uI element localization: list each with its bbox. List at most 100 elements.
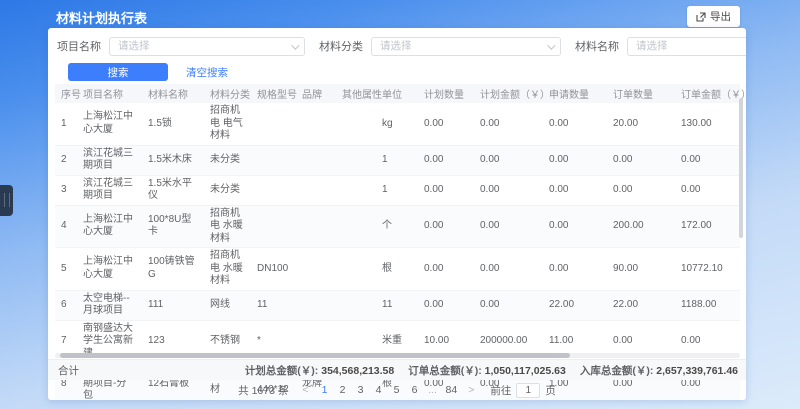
inbound-total-label: 入库总金额(￥): (580, 365, 654, 377)
table-cell (336, 205, 376, 248)
table-cell: 网线 (204, 290, 251, 320)
table-cell: 0.00 (474, 290, 543, 320)
table-row: 6太空电梯--月球项目111网线11110.000.0022.0022.0011… (55, 290, 740, 320)
table-cell: 0.00 (607, 145, 675, 175)
summary-label: 合计 (58, 363, 79, 378)
table-cell (296, 175, 336, 205)
table-cell: 3 (55, 175, 77, 205)
table-cell (251, 205, 296, 248)
table-cell (296, 103, 336, 145)
page-button[interactable]: 6 (407, 383, 423, 397)
table-cell: 1 (55, 103, 77, 145)
table-cell (336, 175, 376, 205)
table-cell: 10772.10 (675, 248, 740, 291)
table-cell (296, 145, 336, 175)
table-cell: 1.5米木床 (142, 145, 204, 175)
table-cell: 111 (142, 290, 204, 320)
page-button[interactable]: 4 (371, 383, 387, 397)
column-header: 规格型号 (251, 84, 296, 103)
table-row: 4上海松江中心大厦100*8U型卡招商机电 水暖材料个0.000.000.002… (55, 205, 740, 248)
page-button[interactable]: 2 (335, 383, 351, 397)
horizontal-scrollbar-track (55, 353, 740, 358)
table-cell: 0.00 (418, 175, 474, 205)
table-cell: 0.00 (675, 175, 740, 205)
table-cell: 0.00 (474, 248, 543, 291)
table-cell (336, 145, 376, 175)
table-cell: 个 (376, 205, 418, 248)
filter-material-category: 材料分类 (319, 37, 561, 56)
export-icon (696, 12, 706, 22)
table-row: 3滨江花城三期项目1.5米水平仪未分类10.000.000.000.000.00 (55, 175, 740, 205)
goto-page-input[interactable] (516, 383, 540, 398)
page-button[interactable]: 84 (443, 383, 461, 397)
table-cell (296, 205, 336, 248)
table-cell: 0.00 (418, 145, 474, 175)
horizontal-scrollbar-thumb[interactable] (60, 353, 570, 358)
table-cell: 0.00 (418, 248, 474, 291)
table-cell: 11 (376, 290, 418, 320)
table-cell: 上海松江中心大厦 (77, 205, 142, 248)
planned-total: 计划总金额(￥): 354,568,213.58 (245, 363, 394, 378)
column-header: 单位 (376, 84, 418, 103)
side-panel-handle[interactable] (0, 185, 13, 216)
table-cell (251, 145, 296, 175)
table-cell: 1 (376, 145, 418, 175)
table-cell: 11 (251, 290, 296, 320)
next-page-button[interactable]: > (464, 384, 478, 396)
table-cell (336, 290, 376, 320)
search-button[interactable]: 搜索 (68, 63, 168, 81)
table-row: 5上海松江中心大厦100铸铁管G招商机电 水暖材料DN100根0.000.000… (55, 248, 740, 291)
table-cell: 0.00 (474, 103, 543, 145)
page-button[interactable]: 5 (389, 383, 405, 397)
table-cell: 0.00 (543, 175, 607, 205)
goto-label: 前往 (490, 383, 511, 398)
material-name-input[interactable] (628, 38, 746, 55)
inbound-total: 入库总金额(￥): 2,657,339,761.46 (580, 363, 738, 378)
export-button[interactable]: 导出 (687, 6, 740, 27)
table-cell: 0.00 (418, 290, 474, 320)
filter-bar: 项目名称 材料分类 材料名称 (48, 36, 746, 56)
total-count: 共 1673 条 (238, 383, 288, 398)
vertical-scrollbar[interactable] (739, 98, 743, 238)
planned-total-value: 354,568,213.58 (321, 365, 394, 377)
page-button[interactable]: 1 (317, 383, 333, 397)
column-header: 品牌 (296, 84, 336, 103)
table-cell: 6 (55, 290, 77, 320)
order-total: 订单总金额(￥): 1,050,117,025.63 (408, 363, 566, 378)
table-cell: 上海松江中心大厦 (77, 248, 142, 291)
action-bar: 搜索 清空搜索 (68, 63, 228, 81)
page-button[interactable]: 3 (353, 383, 369, 397)
table-cell: 招商机电 电气材料 (204, 103, 251, 145)
project-name-select[interactable] (109, 37, 305, 56)
table-cell: 22.00 (607, 290, 675, 320)
page-title: 材料计划执行表 (56, 8, 147, 27)
material-category-select[interactable] (371, 37, 561, 56)
table-cell: 滨江花城三期项目 (77, 175, 142, 205)
table-cell: 滨江花城三期项目 (77, 145, 142, 175)
table-cell: 4 (55, 205, 77, 248)
table-cell (251, 103, 296, 145)
column-header: 计划数量 (418, 84, 474, 103)
table-cell: 2 (55, 145, 77, 175)
order-total-value: 1,050,117,025.63 (485, 365, 566, 377)
prev-page-button[interactable]: < (298, 384, 312, 396)
table-row: 2滨江花城三期项目1.5米木床未分类10.000.000.000.000.00 (55, 145, 740, 175)
filter-label: 材料名称 (575, 38, 619, 54)
table-header-row: 序号项目名称材料名称材料分类规格型号品牌其他属性单位计划数量计划金额（￥）申请数… (55, 84, 740, 103)
table-cell: 100铸铁管G (142, 248, 204, 291)
pagination: 共 1673 条 < 123456...84 > 前往 页 (48, 380, 746, 400)
table-cell (336, 103, 376, 145)
project-name-input[interactable] (110, 38, 304, 55)
material-category-input[interactable] (372, 38, 560, 55)
material-name-select[interactable] (627, 37, 746, 56)
table-cell: 1.5锁 (142, 103, 204, 145)
table-cell: 未分类 (204, 175, 251, 205)
table-cell (296, 248, 336, 291)
table-cell: 1 (376, 175, 418, 205)
clear-search-button[interactable]: 清空搜索 (186, 65, 228, 80)
table-cell: 0.00 (418, 103, 474, 145)
table-cell: 0.00 (474, 175, 543, 205)
column-header: 项目名称 (77, 84, 142, 103)
table-cell: 上海松江中心大厦 (77, 103, 142, 145)
filter-label: 材料分类 (319, 38, 363, 54)
